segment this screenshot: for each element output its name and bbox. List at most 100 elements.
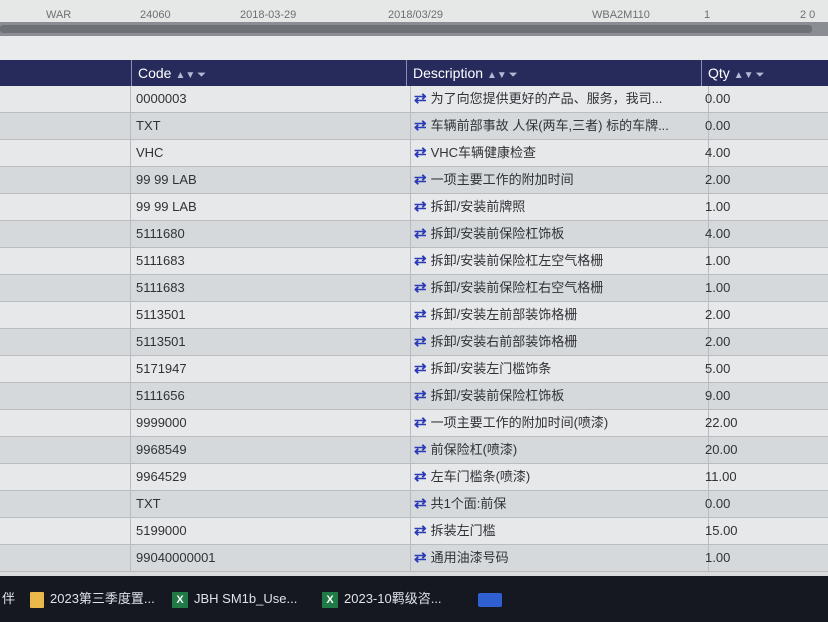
horizontal-scrollbar[interactable] (0, 22, 828, 36)
qty-cell[interactable]: 5.00 (701, 356, 828, 382)
row-selector-cell[interactable] (0, 86, 131, 112)
code-cell[interactable]: 9968549 (131, 437, 411, 463)
table-row[interactable]: 9968549 ⇄ 前保险杠(喷漆) 20.00 (0, 437, 828, 464)
qty-cell[interactable]: 15.00 (701, 518, 828, 544)
description-cell[interactable]: ⇄ 拆卸/安装右前部装饰格栅 (406, 329, 709, 355)
row-selector-cell[interactable] (0, 545, 131, 571)
description-cell[interactable]: ⇄ 前保险杠(喷漆) (406, 437, 709, 463)
code-cell[interactable]: 5113501 (131, 329, 411, 355)
code-cell[interactable]: 9964529 (131, 464, 411, 490)
swap-icon[interactable]: ⇄ (414, 252, 427, 269)
row-selector-cell[interactable] (0, 518, 131, 544)
qty-cell[interactable]: 4.00 (701, 140, 828, 166)
description-cell[interactable]: ⇄ 拆卸/安装前保险杠左空气格栅 (406, 248, 709, 274)
row-selector-cell[interactable] (0, 113, 131, 139)
table-row[interactable]: 99 99 LAB ⇄ 一项主要工作的附加时间 2.00 (0, 167, 828, 194)
row-selector-cell[interactable] (0, 356, 131, 382)
qty-cell[interactable]: 2.00 (701, 329, 828, 355)
filter-icon[interactable]: ⏷ (756, 69, 765, 81)
row-selector-cell[interactable] (0, 167, 131, 193)
code-cell[interactable]: TXT (131, 491, 411, 517)
code-cell[interactable]: 5111680 (131, 221, 411, 247)
code-cell[interactable]: 5113501 (131, 302, 411, 328)
sort-icon[interactable]: ▲▼ (487, 70, 507, 81)
code-cell[interactable]: 9999000 (131, 410, 411, 436)
qty-cell[interactable]: 22.00 (701, 410, 828, 436)
taskbar-item[interactable]: X JBH SM1b_Use... (172, 584, 297, 614)
taskbar-item[interactable]: X 2023-10羁级咨... (322, 584, 442, 614)
description-cell[interactable]: ⇄ 通用油漆号码 (406, 545, 709, 571)
table-row[interactable]: 5113501 ⇄ 拆卸/安装右前部装饰格栅 2.00 (0, 329, 828, 356)
swap-icon[interactable]: ⇄ (414, 468, 427, 485)
taskbar-item[interactable] (478, 584, 508, 614)
column-header-code[interactable]: Code ▲▼ ⏷ (131, 60, 406, 86)
description-cell[interactable]: ⇄ 左车门槛条(喷漆) (406, 464, 709, 490)
row-selector-cell[interactable] (0, 410, 131, 436)
row-selector-cell[interactable] (0, 329, 131, 355)
swap-icon[interactable]: ⇄ (414, 360, 427, 377)
qty-cell[interactable]: 0.00 (701, 86, 828, 112)
code-cell[interactable]: 99040000001 (131, 545, 411, 571)
table-row[interactable]: 9999000 ⇄ 一项主要工作的附加时间(喷漆) 22.00 (0, 410, 828, 437)
table-row[interactable]: 99040000001 ⇄ 通用油漆号码 1.00 (0, 545, 828, 572)
qty-cell[interactable]: 1.00 (701, 545, 828, 571)
code-cell[interactable]: 5111683 (131, 248, 411, 274)
swap-icon[interactable]: ⇄ (414, 441, 427, 458)
code-cell[interactable]: 5111683 (131, 275, 411, 301)
column-header-description[interactable]: Description ▲▼ ⏷ (406, 60, 701, 86)
swap-icon[interactable]: ⇄ (414, 333, 427, 350)
filter-icon[interactable]: ⏷ (197, 69, 206, 81)
swap-icon[interactable]: ⇄ (414, 279, 427, 296)
table-row[interactable]: 9964529 ⇄ 左车门槛条(喷漆) 11.00 (0, 464, 828, 491)
sort-icon[interactable]: ▲▼ (175, 70, 195, 81)
qty-cell[interactable]: 1.00 (701, 248, 828, 274)
taskbar-item[interactable]: 2023第三季度置... (30, 584, 155, 614)
description-cell[interactable]: ⇄ 拆装左门槛 (406, 518, 709, 544)
description-cell[interactable]: ⇄ 共1个面:前保 (406, 491, 709, 517)
description-cell[interactable]: ⇄ 拆卸/安装前牌照 (406, 194, 709, 220)
code-cell[interactable]: 99 99 LAB (131, 194, 411, 220)
description-cell[interactable]: ⇄ 一项主要工作的附加时间(喷漆) (406, 410, 709, 436)
qty-cell[interactable]: 20.00 (701, 437, 828, 463)
description-cell[interactable]: ⇄ 拆卸/安装前保险杠饰板 (406, 383, 709, 409)
qty-cell[interactable]: 2.00 (701, 167, 828, 193)
qty-cell[interactable]: 9.00 (701, 383, 828, 409)
table-row[interactable]: 5199000 ⇄ 拆装左门槛 15.00 (0, 518, 828, 545)
table-row[interactable]: 5111680 ⇄ 拆卸/安装前保险杠饰板 4.00 (0, 221, 828, 248)
scrollbar-thumb[interactable] (0, 25, 812, 33)
code-cell[interactable]: TXT (131, 113, 411, 139)
swap-icon[interactable]: ⇄ (414, 495, 427, 512)
table-row[interactable]: 0000003 ⇄ 为了向您提供更好的产品、服务，我司... 0.00 (0, 86, 828, 113)
description-cell[interactable]: ⇄ 拆卸/安装前保险杠饰板 (406, 221, 709, 247)
qty-cell[interactable]: 1.00 (701, 194, 828, 220)
row-selector-cell[interactable] (0, 221, 131, 247)
description-cell[interactable]: ⇄ 拆卸/安装前保险杠右空气格栅 (406, 275, 709, 301)
qty-cell[interactable]: 2.00 (701, 302, 828, 328)
code-cell[interactable]: 5111656 (131, 383, 411, 409)
code-cell[interactable]: 0000003 (131, 86, 411, 112)
swap-icon[interactable]: ⇄ (414, 144, 427, 161)
row-selector-cell[interactable] (0, 194, 131, 220)
table-row[interactable]: 5113501 ⇄ 拆卸/安装左前部装饰格栅 2.00 (0, 302, 828, 329)
table-row[interactable]: 99 99 LAB ⇄ 拆卸/安装前牌照 1.00 (0, 194, 828, 221)
description-cell[interactable]: ⇄ 拆卸/安装左前部装饰格栅 (406, 302, 709, 328)
swap-icon[interactable]: ⇄ (414, 549, 427, 566)
table-row[interactable]: TXT ⇄ 车辆前部事故 人保(两车,三者) 标的车牌... 0.00 (0, 113, 828, 140)
filter-icon[interactable]: ⏷ (509, 69, 518, 81)
table-row[interactable]: 5111656 ⇄ 拆卸/安装前保险杠饰板 9.00 (0, 383, 828, 410)
swap-icon[interactable]: ⇄ (414, 198, 427, 215)
table-row[interactable]: 5111683 ⇄ 拆卸/安装前保险杠左空气格栅 1.00 (0, 248, 828, 275)
row-selector-cell[interactable] (0, 140, 131, 166)
swap-icon[interactable]: ⇄ (414, 414, 427, 431)
row-selector-cell[interactable] (0, 464, 131, 490)
swap-icon[interactable]: ⇄ (414, 387, 427, 404)
row-selector-cell[interactable] (0, 275, 131, 301)
row-selector-cell[interactable] (0, 248, 131, 274)
row-selector-cell[interactable] (0, 491, 131, 517)
row-selector-cell[interactable] (0, 383, 131, 409)
code-cell[interactable]: 5199000 (131, 518, 411, 544)
qty-cell[interactable]: 1.00 (701, 275, 828, 301)
table-row[interactable]: TXT ⇄ 共1个面:前保 0.00 (0, 491, 828, 518)
description-cell[interactable]: ⇄ 为了向您提供更好的产品、服务，我司... (406, 86, 709, 112)
table-row[interactable]: VHC ⇄ VHC车辆健康检查 4.00 (0, 140, 828, 167)
